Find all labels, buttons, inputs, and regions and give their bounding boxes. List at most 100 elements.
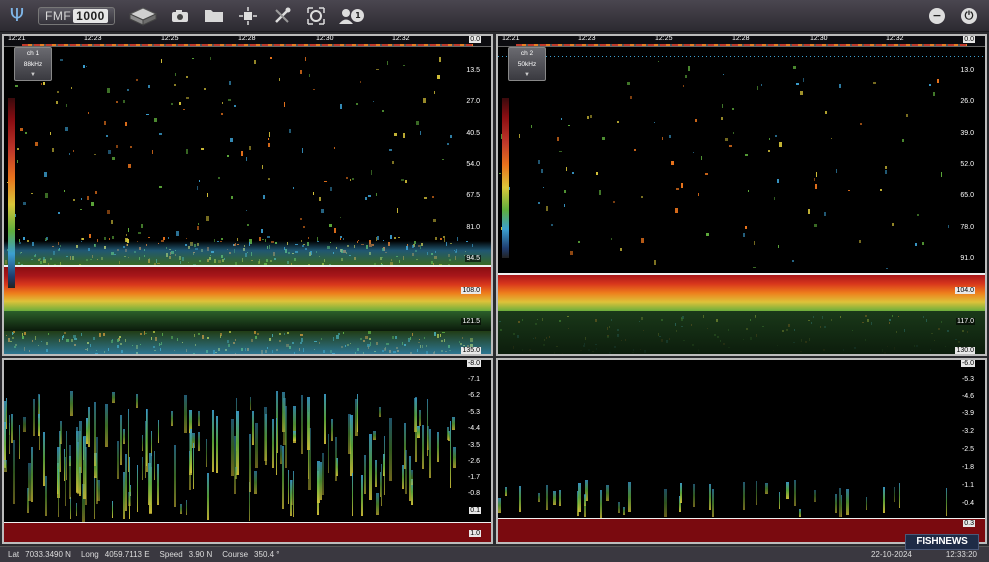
echo-speck [308,73,311,77]
echo-speck [69,152,71,156]
echo-speck [128,164,131,169]
echo-streak [179,503,183,514]
echo-streak [417,425,421,439]
echo-streak [87,406,91,447]
depth-label: -3.5 [466,442,481,449]
ch1-bottom-zoom[interactable]: -8.0 -7.1 -6.2 -5.3 -4.4 -3.5 -2.6 -1.7 … [2,358,493,544]
echo-speck [122,99,125,103]
ch2-echogram[interactable]: 12:21 12:23 12:25 12:28 12:30 12:32 ch 2… [496,34,987,356]
ch1-channel-button[interactable]: ch 1 88kHz ▼ [14,47,52,81]
echo-speck [318,197,322,201]
anchor-menu-button[interactable]: Ψ [0,1,34,31]
echo-speck [267,178,271,181]
echo-speck [345,176,348,180]
echo-speck [398,236,400,239]
sonar-box-button[interactable] [123,1,163,31]
depth-label: 78.0 [959,224,975,231]
echo-speck [537,159,540,164]
power-button[interactable]: ⏻ [961,7,977,24]
ch2-channel-button[interactable]: ch 2 50kHz ▼ [508,47,546,81]
echo-streak [8,415,11,454]
echo-speck [65,103,67,108]
echo-speck [431,195,434,199]
status-date: 22-10-2024 [870,550,912,559]
marker-button[interactable] [231,1,265,31]
echo-streak [250,396,252,411]
echo-speck [437,75,440,79]
echo-streak [19,424,21,460]
echo-speck [776,178,780,184]
tools-button[interactable] [265,1,299,31]
echo-speck [107,88,110,93]
echo-speck [684,74,688,78]
open-folder-button[interactable] [197,1,231,31]
echo-streak [618,502,620,514]
echo-streak [148,453,152,513]
echo-streak [883,487,885,514]
echo-speck [57,91,59,93]
echo-speck [922,241,924,245]
echo-speck [447,142,450,145]
echo-streak [153,450,156,481]
echo-streak [292,430,296,442]
depth-label: -4.4 [466,425,481,432]
echo-speck [396,208,398,213]
echo-speck [368,194,371,197]
ch1-echogram[interactable]: 12:21 12:23 12:25 12:28 12:30 12:32 ch 1… [2,34,493,356]
fishnews-watermark: FISHNEWS [905,534,979,550]
echo-streak [174,445,177,508]
echo-speck [404,180,407,184]
ch1-time-label: 12:28 [238,35,256,42]
watermark-part2: NEWS [938,536,968,547]
echo-speck [519,133,521,139]
minimize-button[interactable]: − [929,7,945,24]
echo-speck [563,203,566,208]
echo-streak [93,475,95,520]
echo-speck [302,226,306,229]
echo-speck [301,148,304,153]
echo-speck [126,89,129,91]
echo-speck [299,217,302,221]
echo-speck [886,267,888,270]
echo-streak [11,414,13,444]
echo-streak [834,494,837,513]
echo-speck [246,223,249,227]
echo-speck [300,69,303,75]
depth-label: -5.3 [960,376,975,383]
echo-streak [452,416,455,431]
echo-speck [859,122,862,125]
echo-speck [57,212,61,214]
echo-streak [254,422,258,469]
echo-speck [720,116,723,120]
trident-icon: Ψ [9,5,25,26]
watermark-part1: FISH [916,536,939,547]
echo-speck [653,259,657,265]
echo-speck [808,209,810,215]
echo-speck [115,145,119,149]
echo-speck [141,223,143,228]
echo-speck [312,192,315,195]
echo-speck [196,185,198,190]
echo-speck [197,226,200,230]
echo-speck [800,90,803,95]
echo-speck [245,157,247,161]
fullscreen-button[interactable] [299,1,333,31]
echo-speck [147,237,151,239]
screenshot-button[interactable] [163,1,197,31]
echo-speck [732,132,734,135]
lat-value: 7033.3490 N [25,550,71,559]
ch2-channel-label: ch 2 [520,50,534,57]
echo-streak [414,398,417,433]
echo-streak [234,435,237,494]
echo-speck [929,84,931,86]
echo-speck [402,132,405,138]
echo-streak [231,419,234,476]
wrench-screwdriver-icon [274,7,291,23]
echo-streak [411,469,413,486]
echo-speck [115,101,119,104]
ch2-bottom-zoom[interactable]: -6.0 -5.3 -4.6 -3.9 -3.2 -2.5 -1.8 -1.1 … [496,358,987,544]
depth-label: 91.0 [959,255,975,262]
echo-streak [693,483,695,507]
echo-speck [111,219,113,225]
user-button[interactable]: 1 [333,1,371,31]
